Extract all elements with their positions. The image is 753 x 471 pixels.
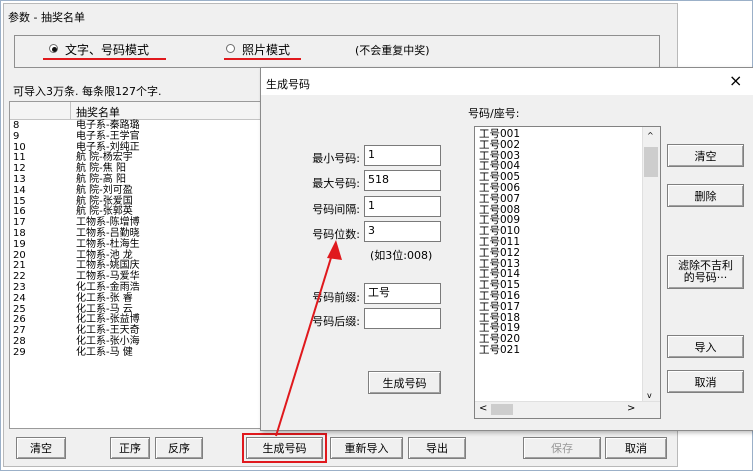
annotation-arrow — [275, 240, 342, 437]
